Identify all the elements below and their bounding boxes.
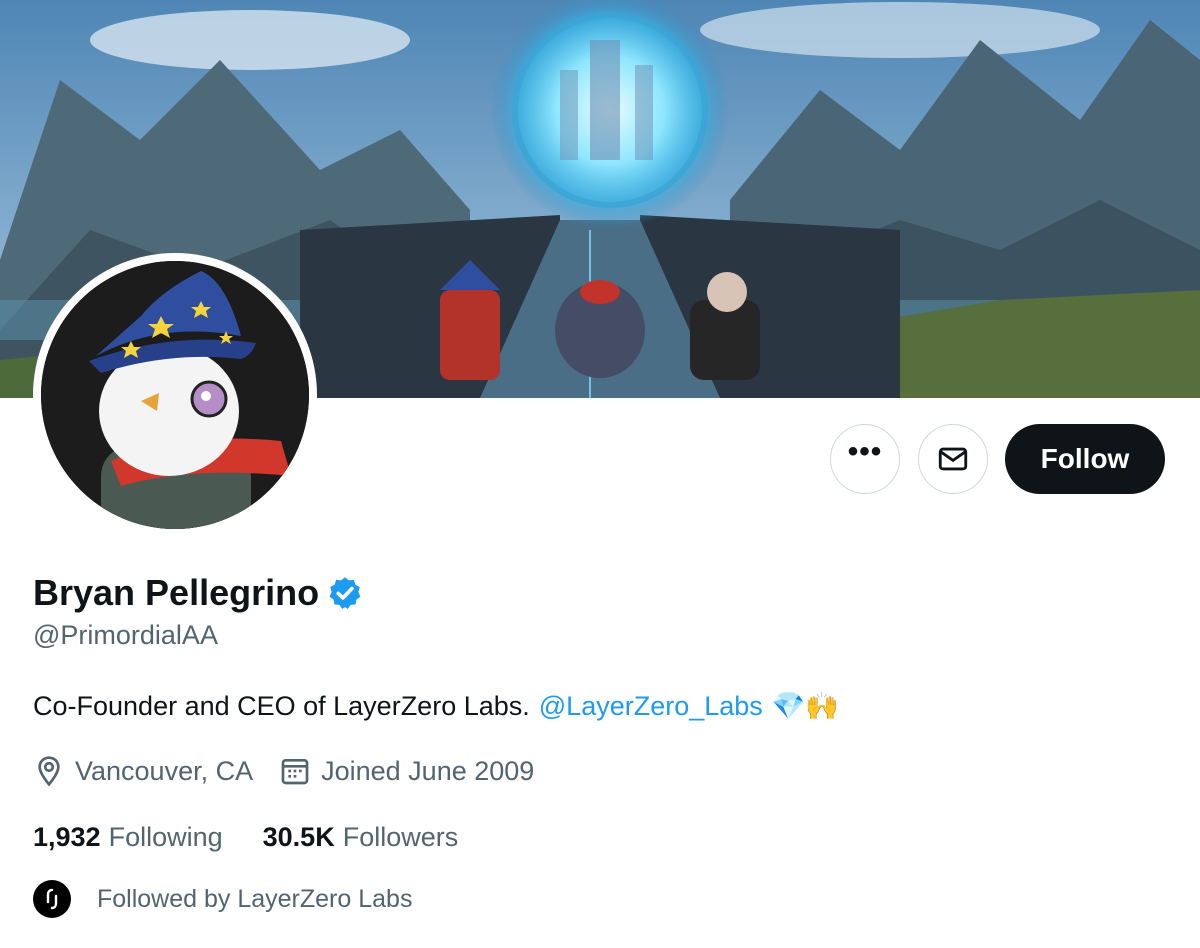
joined-text: Joined June 2009 — [321, 755, 535, 786]
display-name: Bryan Pellegrino — [33, 572, 320, 613]
following-count: 1,932 — [33, 822, 101, 852]
following-label: Following — [108, 822, 223, 852]
followed-by-row[interactable]: Followed by LayerZero Labs — [33, 880, 412, 918]
layerzero-logo-icon — [46, 888, 58, 910]
profile-meta: Vancouver, CA Joined June 2009 — [33, 755, 560, 787]
calendar-icon — [281, 759, 309, 785]
profile-stats: 1,932 Following 30.5K Followers — [33, 822, 498, 853]
following-link[interactable]: 1,932 Following — [33, 822, 223, 853]
followers-count: 30.5K — [262, 822, 335, 852]
bio-mention-link[interactable]: @LayerZero_Labs — [539, 691, 763, 722]
message-button[interactable] — [918, 424, 988, 494]
profile-handle: @PrimordialAA — [33, 620, 218, 650]
location-pin-icon — [38, 756, 60, 787]
followed-by-text: Followed by LayerZero Labs — [97, 884, 413, 913]
profile-avatar[interactable] — [33, 253, 317, 537]
verified-badge-icon[interactable] — [327, 575, 363, 611]
location-text: Vancouver, CA — [75, 755, 254, 786]
followers-link[interactable]: 30.5K Followers — [263, 822, 459, 853]
location-item: Vancouver, CA — [33, 755, 253, 787]
joined-item: Joined June 2009 — [279, 755, 534, 787]
profile-name-row: Bryan Pellegrino — [33, 571, 363, 615]
profile-bio: Co-Founder and CEO of LayerZero Labs. @L… — [33, 690, 839, 722]
more-icon: ••• — [847, 435, 883, 468]
envelope-icon — [938, 447, 968, 471]
bio-emoji: 💎🙌 — [771, 691, 840, 721]
more-options-button[interactable]: ••• — [830, 424, 900, 494]
avatar-image — [41, 261, 309, 529]
followers-label: Followers — [342, 822, 459, 852]
bio-text: Co-Founder and CEO of LayerZero Labs. — [33, 690, 530, 721]
followed-by-avatar — [33, 880, 71, 918]
follow-button[interactable]: Follow — [1005, 424, 1165, 494]
